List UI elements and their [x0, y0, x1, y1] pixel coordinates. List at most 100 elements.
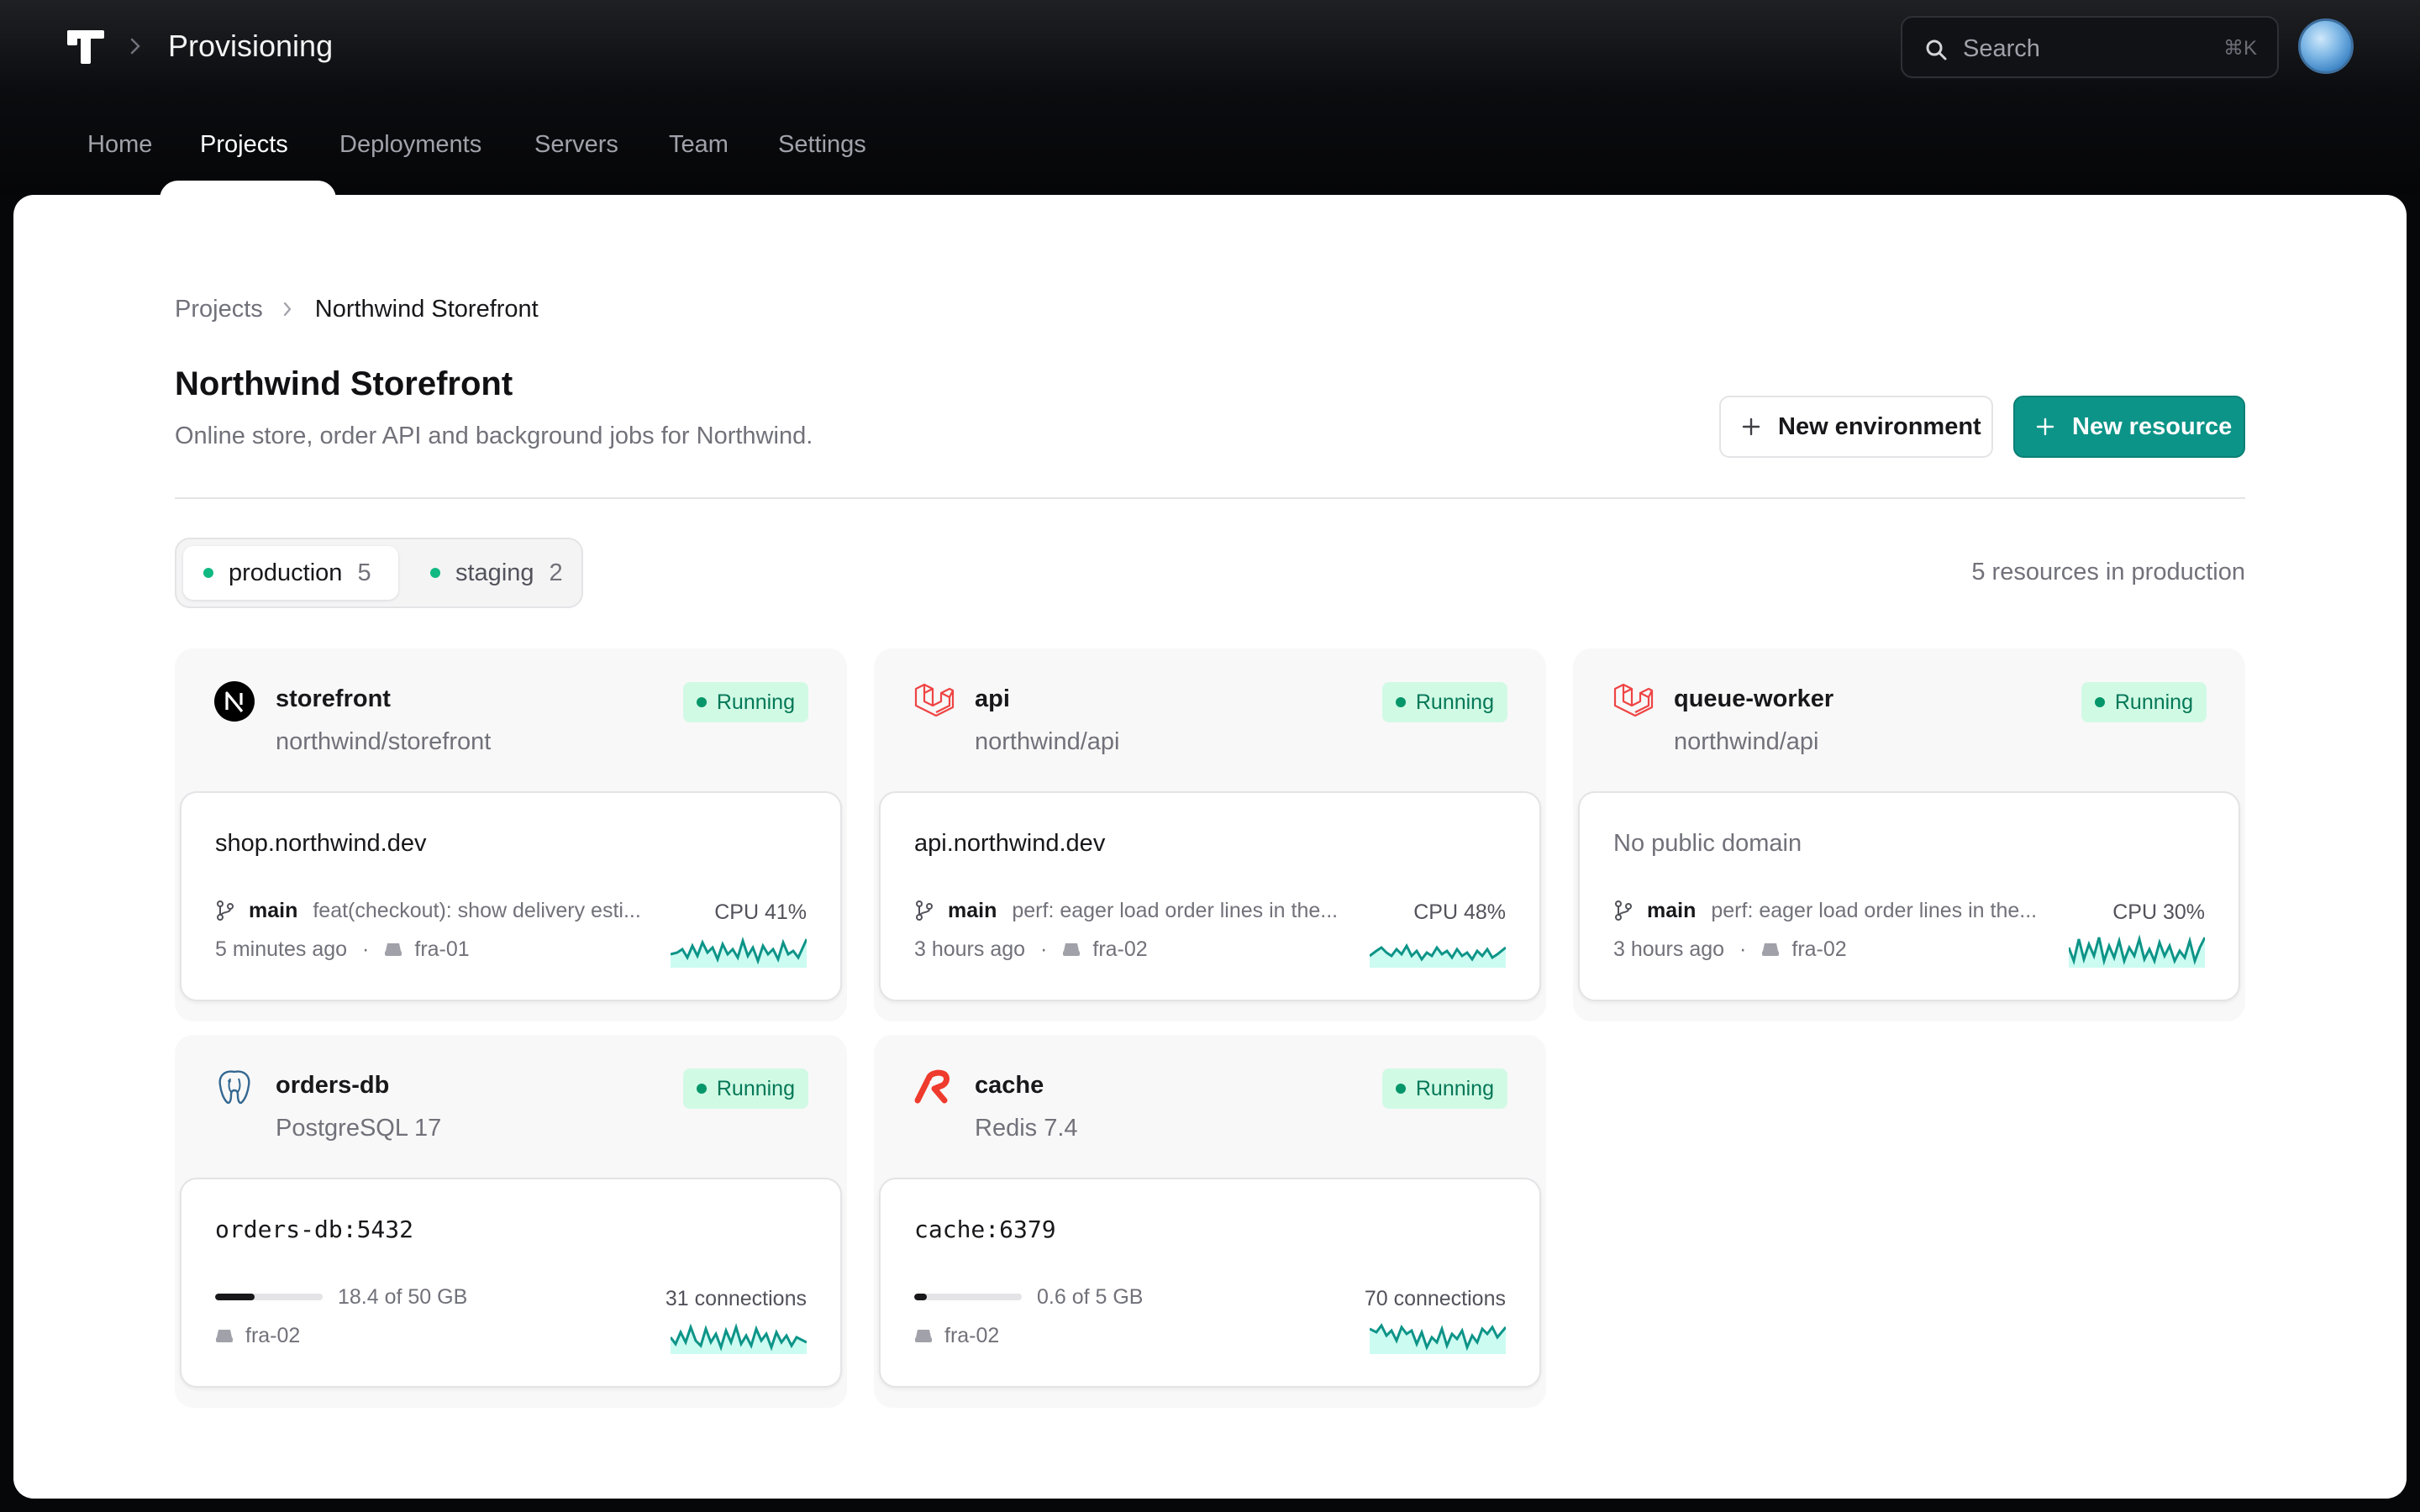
resource-domain: No public domain [1613, 830, 1802, 857]
server-name: fra-01 [414, 937, 470, 961]
deploy-time: 3 hours ago [1613, 937, 1725, 961]
connection-host[interactable]: cache:6379 [914, 1211, 1056, 1248]
app-logo-icon[interactable] [67, 30, 104, 64]
cpu-sparkline [2069, 934, 2205, 968]
resource-name: cache [975, 1072, 1044, 1099]
storage-usage: 0.6 of 5 GB [914, 1282, 1143, 1312]
cpu-usage: CPU 48% [1413, 900, 1506, 924]
git-branch-icon [1615, 900, 1632, 921]
server-name: fra-02 [245, 1324, 301, 1347]
status-badge: Running [682, 682, 808, 722]
branch-name: main [948, 899, 997, 922]
breadcrumb: Projects Northwind Storefront [175, 291, 539, 328]
top-bar: Provisioning Search ⌘K Home Projects Dep… [0, 0, 2420, 195]
connections-sparkline [1370, 1323, 1506, 1354]
chevron-right-icon [130, 38, 140, 55]
git-branch-icon [217, 900, 234, 921]
connections-count: 31 connections [665, 1287, 807, 1310]
avatar[interactable] [2298, 18, 2354, 74]
cpu-sparkline [1370, 942, 1506, 968]
status-badge: Running [1381, 1068, 1507, 1109]
cpu-usage: CPU 41% [714, 900, 807, 924]
breadcrumb-projects-link[interactable]: Projects [175, 296, 263, 323]
tab-staging[interactable]: staging 2 [410, 546, 583, 600]
resource-name: orders-db [276, 1072, 390, 1099]
connections-count: 70 connections [1364, 1287, 1506, 1310]
resource-engine: Redis 7.4 [975, 1115, 1078, 1142]
nav-deployments[interactable]: Deployments [339, 126, 481, 163]
nextjs-icon [214, 681, 255, 722]
resource-details: cache:6379 0.6 of 5 GB fra-02 70 connect… [879, 1178, 1541, 1388]
server-icon [1063, 943, 1081, 956]
server-name: fra-02 [944, 1324, 1000, 1347]
latest-commit: main perf: eager load order lines in the… [1613, 895, 2037, 926]
new-resource-label: New resource [2072, 412, 2233, 440]
status-badge: Running [2081, 682, 2207, 722]
nav-settings[interactable]: Settings [778, 126, 866, 163]
plus-icon [1742, 417, 1760, 436]
nav-team[interactable]: Team [669, 126, 729, 163]
resource-card-api[interactable]: api northwind/api Running api.northwind.… [874, 648, 1546, 1021]
resource-card-storefront[interactable]: storefront northwind/storefront Running … [175, 648, 847, 1021]
resource-card-cache[interactable]: cache Redis 7.4 Running cache:6379 0.6 o… [874, 1035, 1546, 1408]
deploy-meta: fra-02 [215, 1320, 300, 1351]
server-icon [1762, 943, 1780, 956]
nav-projects[interactable]: Projects [200, 126, 288, 163]
new-environment-button[interactable]: New environment [1719, 396, 1993, 458]
new-environment-label: New environment [1778, 412, 1981, 440]
search-input[interactable]: Search ⌘K [1901, 16, 2279, 78]
active-tab-indicator [160, 181, 336, 214]
resource-details: orders-db:5432 18.4 of 50 GB fra-02 31 c… [180, 1178, 842, 1388]
branch-name: main [1647, 899, 1697, 922]
divider [175, 497, 2245, 499]
env-count: 2 [549, 559, 563, 586]
resource-card-queue-worker[interactable]: queue-worker northwind/api Running No pu… [1573, 648, 2245, 1021]
storage-bar [215, 1294, 323, 1300]
environment-switcher: production 5 staging 2 [175, 538, 583, 608]
cpu-sparkline [671, 937, 807, 968]
nav-home[interactable]: Home [87, 126, 152, 163]
resource-domain[interactable]: shop.northwind.dev [215, 825, 427, 862]
server-name: fra-02 [1791, 937, 1847, 961]
status-badge: Running [682, 1068, 808, 1109]
commit-message: perf: eager load order lines in the... [1012, 899, 1339, 922]
laravel-icon [914, 683, 955, 717]
latest-commit: main perf: eager load order lines in the… [914, 895, 1338, 926]
resource-name: storefront [276, 685, 391, 712]
commit-message: perf: eager load order lines in the... [1711, 899, 2038, 922]
server-icon [915, 1330, 932, 1342]
resource-card-orders-db[interactable]: orders-db PostgreSQL 17 Running orders-d… [175, 1035, 847, 1408]
postgresql-icon [218, 1070, 250, 1105]
storage-text: 0.6 of 5 GB [1037, 1285, 1144, 1309]
resource-count: 5 resources in production [1971, 559, 2245, 585]
env-name: staging [455, 559, 534, 586]
deploy-meta: fra-02 [914, 1320, 999, 1351]
breadcrumb-current: Northwind Storefront [314, 296, 539, 323]
server-icon [385, 943, 402, 956]
resource-details: api.northwind.dev main perf: eager load … [879, 791, 1541, 1001]
search-icon [1926, 39, 1947, 60]
tab-production[interactable]: production 5 [183, 546, 398, 600]
commit-message: feat(checkout): show delivery esti... [313, 899, 641, 922]
new-resource-button[interactable]: New resource [2013, 396, 2245, 458]
cpu-usage: CPU 30% [2112, 900, 2205, 924]
resource-engine: PostgreSQL 17 [276, 1115, 442, 1142]
status-dot [430, 568, 440, 578]
env-name: production [229, 559, 343, 586]
resource-repo: northwind/storefront [276, 728, 492, 755]
app-title: Provisioning [168, 29, 334, 63]
resource-repo: northwind/api [975, 728, 1120, 755]
connection-host[interactable]: orders-db:5432 [215, 1211, 413, 1248]
resource-details: No public domain main perf: eager load o… [1578, 791, 2240, 1001]
resource-details: shop.northwind.dev main feat(checkout): … [180, 791, 842, 1001]
plus-icon [2036, 417, 2054, 436]
nav-servers[interactable]: Servers [534, 126, 618, 163]
search-shortcut: ⌘K [2223, 37, 2257, 60]
page-description: Online store, order API and background j… [175, 423, 813, 449]
storage-bar [914, 1294, 1022, 1300]
redis-icon [914, 1069, 950, 1104]
resource-domain[interactable]: api.northwind.dev [914, 825, 1105, 862]
resource-name: queue-worker [1674, 685, 1834, 712]
git-branch-icon [916, 900, 933, 921]
status-dot [203, 568, 213, 578]
